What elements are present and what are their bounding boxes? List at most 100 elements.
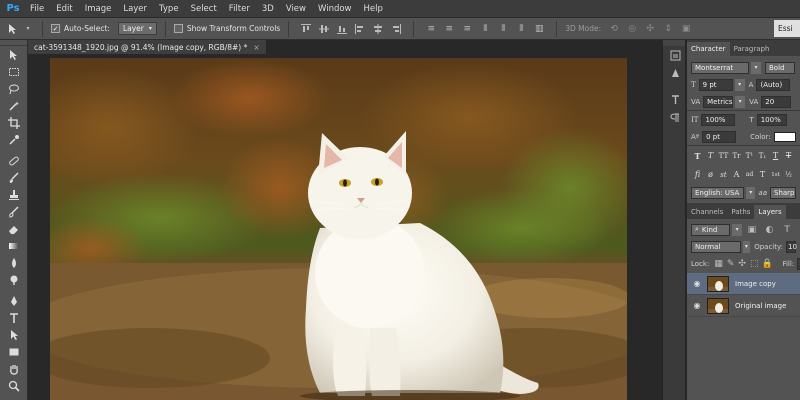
tab-paths[interactable]: Paths — [727, 205, 754, 219]
eye-icon[interactable]: ◉ — [691, 301, 703, 310]
menu-layer[interactable]: Layer — [117, 0, 153, 18]
distribute-bottom-icon[interactable]: ≡ — [460, 22, 474, 36]
all-caps-button[interactable]: TT — [717, 149, 730, 162]
ligatures-button[interactable]: fi — [691, 168, 704, 181]
font-family-select[interactable]: Montserrat — [691, 61, 749, 74]
distribute-hcenter-icon[interactable]: ⦀ — [496, 22, 510, 36]
menu-image[interactable]: Image — [79, 0, 118, 18]
auto-select-checkbox[interactable]: ✓ Auto-Select: — [47, 18, 114, 40]
quick-select-tool[interactable] — [0, 97, 28, 114]
chevron-down-icon[interactable]: ▾ — [742, 240, 751, 253]
subscript-button[interactable]: T₁ — [756, 149, 769, 162]
faux-italic-button[interactable]: T — [704, 149, 717, 162]
tab-character[interactable]: Character — [687, 42, 730, 56]
strikethrough-button[interactable]: T — [782, 149, 795, 162]
fraction-half-button[interactable]: ½ — [782, 168, 795, 181]
filter-pixel-icon[interactable]: ▣ — [745, 223, 759, 237]
marquee-tool[interactable] — [0, 63, 28, 80]
menu-3d[interactable]: 3D — [256, 0, 280, 18]
tracking-field[interactable]: 20 — [761, 95, 792, 108]
menu-edit[interactable]: Edit — [50, 0, 78, 18]
brush-tool[interactable] — [0, 169, 28, 186]
horizontal-scale-field[interactable]: 100% — [756, 113, 787, 126]
tab-channels[interactable]: Channels — [687, 205, 727, 219]
path-selection-tool[interactable] — [0, 326, 28, 343]
baseline-shift-field[interactable]: 0 pt — [702, 130, 737, 143]
3d-slide-icon[interactable]: ⇕ — [661, 22, 675, 36]
blur-tool[interactable] — [0, 254, 28, 271]
type-tool[interactable] — [0, 309, 28, 326]
lock-artboard-icon[interactable]: ⬚ — [750, 257, 759, 271]
ordinals-button[interactable]: T — [756, 168, 769, 181]
superscript-button[interactable]: T¹ — [743, 149, 756, 162]
chevron-down-icon[interactable]: ▾ — [751, 61, 761, 74]
eyedropper-tool[interactable] — [0, 131, 28, 148]
kerning-field[interactable]: Metrics — [703, 95, 734, 108]
history-panel-icon[interactable] — [663, 46, 687, 64]
filter-adjustment-icon[interactable]: ◐ — [763, 223, 777, 237]
font-size-field[interactable]: 9 pt — [698, 78, 733, 91]
small-caps-button[interactable]: Tr — [730, 149, 743, 162]
tool-preset-picker[interactable]: ▾ — [0, 18, 38, 40]
text-color-swatch[interactable] — [773, 131, 796, 142]
3d-rotate-icon[interactable]: ⟲ — [607, 22, 621, 36]
layer-row[interactable]: ◉ Original image — [687, 295, 800, 317]
chevron-down-icon[interactable]: ▾ — [734, 78, 745, 91]
eye-icon[interactable]: ◉ — [691, 279, 703, 288]
lasso-tool[interactable] — [0, 80, 28, 97]
clone-stamp-tool[interactable] — [0, 186, 28, 203]
menu-view[interactable]: View — [280, 0, 312, 18]
healing-brush-tool[interactable] — [0, 152, 28, 169]
3d-scale-icon[interactable]: ▣ — [679, 22, 693, 36]
3d-roll-icon[interactable]: ◎ — [625, 22, 639, 36]
close-icon[interactable]: × — [253, 43, 259, 52]
leading-field[interactable]: (Auto) — [756, 78, 791, 91]
auto-select-target-dropdown[interactable]: Layer ▾ — [117, 22, 157, 35]
lock-transparent-icon[interactable]: ▦ — [714, 257, 723, 271]
distribute-left-icon[interactable]: ⦀ — [478, 22, 492, 36]
opacity-field[interactable]: 10 — [786, 240, 797, 253]
show-transform-checkbox[interactable]: Show Transform Controls — [170, 18, 284, 40]
stylistic-alternates-button[interactable]: A — [730, 168, 743, 181]
underline-button[interactable]: T — [769, 149, 782, 162]
filter-type-icon[interactable]: T — [780, 223, 794, 237]
font-style-select[interactable]: Bold — [765, 61, 795, 74]
distribute-top-icon[interactable]: ≡ — [424, 22, 438, 36]
auto-align-icon[interactable]: ▥ — [532, 22, 546, 36]
align-hcenter-icon[interactable] — [371, 22, 385, 36]
3d-drag-icon[interactable]: ✣ — [643, 22, 657, 36]
chevron-down-icon[interactable]: ▾ — [732, 223, 742, 236]
document-tab[interactable]: cat-3591348_1920.jpg @ 91.4% (Image copy… — [28, 40, 267, 54]
lock-position-icon[interactable]: ✣ — [738, 257, 746, 271]
tab-paragraph[interactable]: Paragraph — [730, 42, 774, 56]
dodge-tool[interactable] — [0, 271, 28, 288]
lock-all-icon[interactable]: 🔒 — [762, 257, 773, 271]
pen-tool[interactable] — [0, 292, 28, 309]
character-panel-icon[interactable] — [663, 90, 687, 108]
image-canvas[interactable] — [50, 58, 627, 400]
blend-mode-select[interactable]: Normal — [691, 240, 741, 253]
old-style-button[interactable]: ø — [704, 168, 717, 181]
titling-alternates-button[interactable]: ad — [743, 168, 756, 181]
lock-image-icon[interactable]: ✎ — [727, 257, 735, 271]
align-top-icon[interactable] — [299, 22, 313, 36]
menu-file[interactable]: File — [24, 0, 50, 18]
menu-help[interactable]: Help — [358, 0, 389, 18]
crop-tool[interactable] — [0, 114, 28, 131]
swash-button[interactable]: st — [717, 168, 730, 181]
menu-filter[interactable]: Filter — [223, 0, 256, 18]
distribute-right-icon[interactable]: ⦀ — [514, 22, 528, 36]
language-select[interactable]: English: USA — [691, 186, 745, 199]
chevron-down-icon[interactable]: ▾ — [746, 186, 756, 199]
paragraph-panel-icon[interactable] — [663, 108, 687, 126]
rectangle-tool[interactable] — [0, 343, 28, 360]
distribute-vcenter-icon[interactable]: ≡ — [442, 22, 456, 36]
align-right-icon[interactable] — [389, 22, 403, 36]
vertical-scale-field[interactable]: 100% — [701, 113, 736, 126]
align-left-icon[interactable] — [353, 22, 367, 36]
history-brush-tool[interactable] — [0, 203, 28, 220]
faux-bold-button[interactable]: T — [691, 149, 704, 162]
tab-layers[interactable]: Layers — [754, 205, 786, 219]
layer-filter-select[interactable]: ⌕ Kind — [691, 223, 731, 236]
zoom-tool[interactable] — [0, 377, 28, 394]
